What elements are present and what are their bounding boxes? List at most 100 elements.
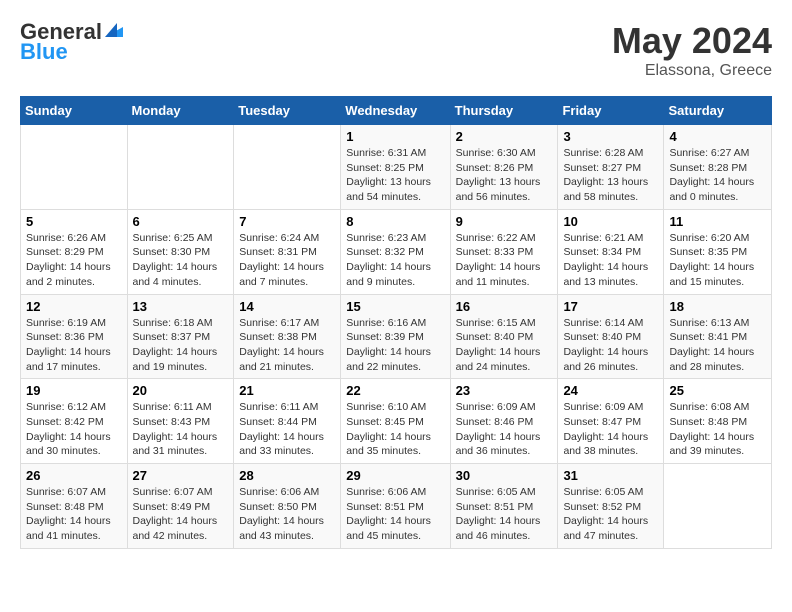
week-row-4: 19Sunrise: 6:12 AMSunset: 8:42 PMDayligh… — [21, 379, 772, 464]
calendar-cell: 13 Sunrise: 6:18 AMSunset: 8:37 PMDayligh… — [127, 294, 234, 379]
day-info: Sunrise: 6:21 AMSunset: 8:34 PMDaylight:… — [563, 231, 658, 290]
title-block: May 2024 Elassona, Greece — [612, 20, 772, 80]
day-number: 18 — [669, 299, 766, 314]
calendar-cell: 18 Sunrise: 6:13 AMSunset: 8:41 PMDayligh… — [664, 294, 772, 379]
calendar-cell: 28 Sunrise: 6:06 AMSunset: 8:50 PMDayligh… — [234, 464, 341, 549]
day-info: Sunrise: 6:11 AMSunset: 8:43 PMDaylight:… — [133, 400, 229, 459]
calendar-header: SundayMondayTuesdayWednesdayThursdayFrid… — [21, 97, 772, 125]
day-info: Sunrise: 6:11 AMSunset: 8:44 PMDaylight:… — [239, 400, 335, 459]
day-number: 3 — [563, 129, 658, 144]
calendar-cell: 11 Sunrise: 6:20 AMSunset: 8:35 PMDayligh… — [664, 209, 772, 294]
day-number: 30 — [456, 468, 553, 483]
day-number: 8 — [346, 214, 444, 229]
day-info: Sunrise: 6:07 AMSunset: 8:49 PMDaylight:… — [133, 485, 229, 544]
calendar-cell: 26 Sunrise: 6:07 AMSunset: 8:48 PMDayligh… — [21, 464, 128, 549]
day-number: 17 — [563, 299, 658, 314]
day-info: Sunrise: 6:26 AMSunset: 8:29 PMDaylight:… — [26, 231, 122, 290]
weekday-header-wednesday: Wednesday — [341, 97, 450, 125]
day-info: Sunrise: 6:14 AMSunset: 8:40 PMDaylight:… — [563, 316, 658, 375]
week-row-2: 5 Sunrise: 6:26 AMSunset: 8:29 PMDaylight… — [21, 209, 772, 294]
day-info: Sunrise: 6:17 AMSunset: 8:38 PMDaylight:… — [239, 316, 335, 375]
calendar-cell: 27 Sunrise: 6:07 AMSunset: 8:49 PMDayligh… — [127, 464, 234, 549]
day-info: Sunrise: 6:19 AMSunset: 8:36 PMDaylight:… — [26, 316, 122, 375]
weekday-header-sunday: Sunday — [21, 97, 128, 125]
day-number: 7 — [239, 214, 335, 229]
day-number: 6 — [133, 214, 229, 229]
day-number: 26 — [26, 468, 122, 483]
day-info: Sunrise: 6:10 AMSunset: 8:45 PMDaylight:… — [346, 400, 444, 459]
calendar-cell — [21, 125, 128, 210]
calendar-cell: 30 Sunrise: 6:05 AMSunset: 8:51 PMDayligh… — [450, 464, 558, 549]
day-info: Sunrise: 6:05 AMSunset: 8:51 PMDaylight:… — [456, 485, 553, 544]
week-row-3: 12Sunrise: 6:19 AMSunset: 8:36 PMDayligh… — [21, 294, 772, 379]
calendar-cell: 5 Sunrise: 6:26 AMSunset: 8:29 PMDaylight… — [21, 209, 128, 294]
calendar-cell: 8Sunrise: 6:23 AMSunset: 8:32 PMDaylight… — [341, 209, 450, 294]
calendar-cell — [664, 464, 772, 549]
calendar-cell: 25Sunrise: 6:08 AMSunset: 8:48 PMDayligh… — [664, 379, 772, 464]
logo: General Blue — [20, 20, 123, 64]
calendar-body: 1Sunrise: 6:31 AMSunset: 8:25 PMDaylight… — [21, 125, 772, 549]
day-number: 24 — [563, 383, 658, 398]
calendar-cell: 16 Sunrise: 6:15 AMSunset: 8:40 PMDayligh… — [450, 294, 558, 379]
week-row-5: 26 Sunrise: 6:07 AMSunset: 8:48 PMDayligh… — [21, 464, 772, 549]
day-info: Sunrise: 6:13 AMSunset: 8:41 PMDaylight:… — [669, 316, 766, 375]
logo-arrow-icon — [105, 19, 123, 37]
calendar-cell: 7 Sunrise: 6:24 AMSunset: 8:31 PMDaylight… — [234, 209, 341, 294]
calendar-cell: 2 Sunrise: 6:30 AMSunset: 8:26 PMDaylight… — [450, 125, 558, 210]
page-header: General Blue May 2024 Elassona, Greece — [20, 20, 772, 80]
day-number: 27 — [133, 468, 229, 483]
day-number: 14 — [239, 299, 335, 314]
calendar-cell: 23 Sunrise: 6:09 AMSunset: 8:46 PMDayligh… — [450, 379, 558, 464]
weekday-header-friday: Friday — [558, 97, 664, 125]
weekday-header-row: SundayMondayTuesdayWednesdayThursdayFrid… — [21, 97, 772, 125]
calendar-cell: 4 Sunrise: 6:27 AMSunset: 8:28 PMDaylight… — [664, 125, 772, 210]
day-info: Sunrise: 6:25 AMSunset: 8:30 PMDaylight:… — [133, 231, 229, 290]
calendar-cell: 1Sunrise: 6:31 AMSunset: 8:25 PMDaylight… — [341, 125, 450, 210]
day-info: Sunrise: 6:18 AMSunset: 8:37 PMDaylight:… — [133, 316, 229, 375]
day-info: Sunrise: 6:12 AMSunset: 8:42 PMDaylight:… — [26, 400, 122, 459]
calendar-cell — [127, 125, 234, 210]
calendar-cell: 9Sunrise: 6:22 AMSunset: 8:33 PMDaylight… — [450, 209, 558, 294]
day-info: Sunrise: 6:27 AMSunset: 8:28 PMDaylight:… — [669, 146, 766, 205]
calendar-cell: 17 Sunrise: 6:14 AMSunset: 8:40 PMDayligh… — [558, 294, 664, 379]
day-number: 15 — [346, 299, 444, 314]
day-number: 4 — [669, 129, 766, 144]
calendar-cell: 14 Sunrise: 6:17 AMSunset: 8:38 PMDayligh… — [234, 294, 341, 379]
calendar-cell: 31Sunrise: 6:05 AMSunset: 8:52 PMDayligh… — [558, 464, 664, 549]
weekday-header-thursday: Thursday — [450, 97, 558, 125]
day-number: 16 — [456, 299, 553, 314]
day-number: 2 — [456, 129, 553, 144]
day-number: 1 — [346, 129, 444, 144]
day-number: 5 — [26, 214, 122, 229]
weekday-header-monday: Monday — [127, 97, 234, 125]
day-number: 23 — [456, 383, 553, 398]
day-number: 21 — [239, 383, 335, 398]
calendar-cell: 19Sunrise: 6:12 AMSunset: 8:42 PMDayligh… — [21, 379, 128, 464]
day-number: 13 — [133, 299, 229, 314]
calendar-cell: 12Sunrise: 6:19 AMSunset: 8:36 PMDayligh… — [21, 294, 128, 379]
day-number: 9 — [456, 214, 553, 229]
day-info: Sunrise: 6:06 AMSunset: 8:50 PMDaylight:… — [239, 485, 335, 544]
weekday-header-saturday: Saturday — [664, 97, 772, 125]
calendar-cell: 15Sunrise: 6:16 AMSunset: 8:39 PMDayligh… — [341, 294, 450, 379]
calendar-cell: 24 Sunrise: 6:09 AMSunset: 8:47 PMDayligh… — [558, 379, 664, 464]
day-info: Sunrise: 6:06 AMSunset: 8:51 PMDaylight:… — [346, 485, 444, 544]
day-number: 28 — [239, 468, 335, 483]
week-row-1: 1Sunrise: 6:31 AMSunset: 8:25 PMDaylight… — [21, 125, 772, 210]
location: Elassona, Greece — [612, 62, 772, 80]
calendar-cell: 21 Sunrise: 6:11 AMSunset: 8:44 PMDayligh… — [234, 379, 341, 464]
day-number: 29 — [346, 468, 444, 483]
day-info: Sunrise: 6:24 AMSunset: 8:31 PMDaylight:… — [239, 231, 335, 290]
day-info: Sunrise: 6:08 AMSunset: 8:48 PMDaylight:… — [669, 400, 766, 459]
day-number: 11 — [669, 214, 766, 229]
day-info: Sunrise: 6:30 AMSunset: 8:26 PMDaylight:… — [456, 146, 553, 205]
day-number: 10 — [563, 214, 658, 229]
day-info: Sunrise: 6:15 AMSunset: 8:40 PMDaylight:… — [456, 316, 553, 375]
day-number: 22 — [346, 383, 444, 398]
calendar-cell: 20Sunrise: 6:11 AMSunset: 8:43 PMDayligh… — [127, 379, 234, 464]
day-info: Sunrise: 6:09 AMSunset: 8:47 PMDaylight:… — [563, 400, 658, 459]
day-info: Sunrise: 6:09 AMSunset: 8:46 PMDaylight:… — [456, 400, 553, 459]
day-info: Sunrise: 6:20 AMSunset: 8:35 PMDaylight:… — [669, 231, 766, 290]
calendar-cell — [234, 125, 341, 210]
day-info: Sunrise: 6:07 AMSunset: 8:48 PMDaylight:… — [26, 485, 122, 544]
